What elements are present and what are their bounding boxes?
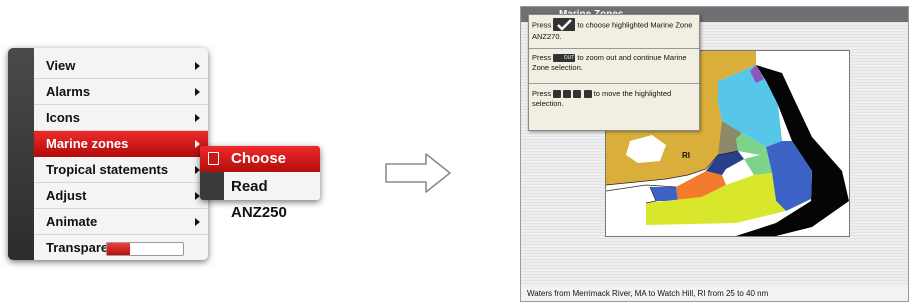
checkmark-key-icon [553,18,576,31]
help-text: Press [532,89,552,98]
menu-item-alarms[interactable]: Alarms [34,79,208,105]
menu-items: View Alarms Icons Marine zones Tropical … [34,53,208,260]
arrow-keys-icon [583,90,592,99]
help-text: Press [532,20,552,30]
help-divider [529,48,699,49]
transparency-value: 8 [143,243,149,253]
transparency-slider[interactable]: 8 [106,242,184,256]
help-text: Press [532,53,552,62]
submenu-item-label: Choose [231,150,287,167]
marine-zones-submenu: Choose Read ANZ250 [200,146,320,221]
map-label-ri: RI [682,151,690,160]
submenu-arrow-icon [195,114,200,122]
arrow-keys-icon [553,90,562,99]
help-divider [529,83,699,84]
submenu-arrow-icon [195,88,200,96]
marine-zones-screen: Marine Zones [520,6,909,302]
help-row-move: Press to move the highlighted selection. [532,89,697,109]
help-popup: Press to choose highlighted Marine Zone … [528,14,700,131]
menu-item-tropical-statements[interactable]: Tropical statements [34,157,208,183]
menu-item-label: Icons [46,110,80,125]
submenu-arrow-icon [195,218,200,226]
help-row-zoom: Press OUT to zoom out and continue Marin… [532,53,697,73]
transparency-slider-fill [107,243,130,255]
menu-item-adjust[interactable]: Adjust [34,183,208,209]
menu-item-marine-zones[interactable]: Marine zones [34,131,208,157]
submenu-item-label: Read ANZ250 [231,178,287,221]
submenu-arrow-icon [195,62,200,70]
menu-item-icons[interactable]: Icons [34,105,208,131]
transition-arrow-icon [385,153,451,193]
menu-item-label: View [46,58,76,73]
menu-item-view[interactable]: View [34,53,208,79]
context-menu: View Alarms Icons Marine zones Tropical … [8,48,208,260]
submenu-item-read[interactable]: Read ANZ250 [200,174,320,221]
zone-description: Waters from Merrimack River, MA to Watch… [527,289,769,298]
submenu-arrow-icon [195,140,200,148]
zoom-out-key-icon: OUT [553,54,576,63]
document-icon [208,152,219,165]
arrow-keys-icon [573,90,582,99]
help-row-choose: Press to choose highlighted Marine Zone … [532,18,697,42]
menu-item-animate[interactable]: Animate [34,209,208,235]
menu-item-label: Tropical statements [46,162,169,177]
menu-item-transparency[interactable]: Transparency 8 [34,235,208,260]
menu-item-label: Marine zones [46,136,129,151]
menu-item-label: Alarms [46,84,91,99]
menu-item-label: Adjust [46,188,87,203]
arrow-keys-icon [563,90,572,99]
submenu-item-choose[interactable]: Choose [200,146,320,172]
menu-item-label: Animate [46,214,98,229]
menu-icon-strip [8,48,34,260]
